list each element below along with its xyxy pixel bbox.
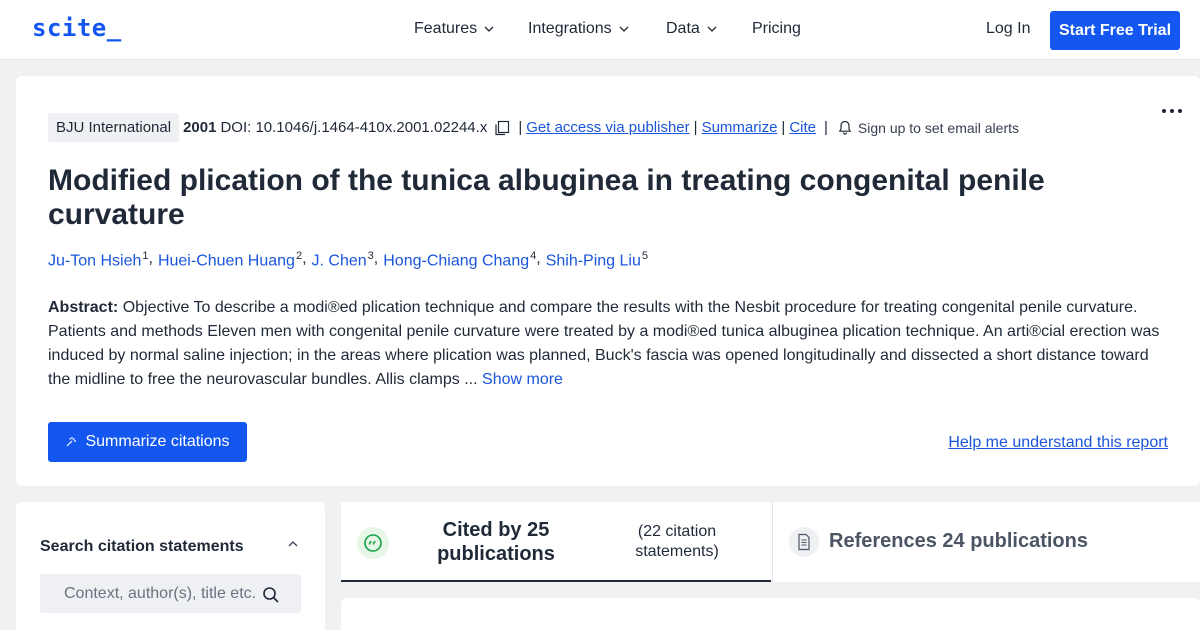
document-icon bbox=[789, 527, 819, 557]
citation-list-card bbox=[341, 598, 1200, 630]
get-access-link[interactable]: Get access via publisher bbox=[526, 119, 689, 136]
chevron-down-icon bbox=[707, 26, 717, 32]
tab-cited-by[interactable]: Cited by 25 publications (22 citation st… bbox=[341, 502, 771, 582]
nav-features-label: Features bbox=[414, 20, 478, 37]
journal-chip[interactable]: BJU International bbox=[48, 113, 180, 142]
tab-references[interactable]: References 24 publications bbox=[772, 502, 1200, 582]
search-icon[interactable] bbox=[262, 586, 280, 604]
help-understand-link[interactable]: Help me understand this report bbox=[948, 434, 1168, 452]
author-link[interactable]: Huei-Chuen Huang2 bbox=[158, 250, 302, 270]
citation-tabs: Cited by 25 publications (22 citation st… bbox=[341, 502, 1200, 582]
references-label: References 24 publications bbox=[829, 530, 1088, 552]
nav-features[interactable]: Features bbox=[414, 20, 495, 38]
separator: | bbox=[693, 119, 698, 136]
search-citations-panel: Search citation statements bbox=[16, 502, 325, 630]
show-more-link[interactable]: Show more bbox=[482, 371, 563, 388]
top-nav: scite_ Features Integrations Data Pricin… bbox=[0, 0, 1200, 60]
login-link[interactable]: Log In bbox=[986, 20, 1030, 38]
nav-integrations-label: Integrations bbox=[528, 20, 612, 37]
start-free-trial-button[interactable]: Start Free Trial bbox=[1050, 11, 1180, 50]
nav-data-label: Data bbox=[666, 20, 700, 37]
summarize-link[interactable]: Summarize bbox=[702, 119, 778, 136]
doi-text: DOI: 10.1046/j.1464-410x.2001.02244.x bbox=[220, 119, 488, 136]
more-options-icon[interactable] bbox=[1162, 109, 1182, 113]
quote-bubble-icon bbox=[357, 527, 389, 559]
sparkle-icon bbox=[67, 437, 77, 447]
scite-logo[interactable]: scite_ bbox=[32, 14, 122, 42]
chevron-down-icon bbox=[484, 26, 494, 32]
cite-link[interactable]: Cite bbox=[789, 119, 816, 136]
nav-pricing[interactable]: Pricing bbox=[752, 20, 801, 38]
nav-data[interactable]: Data bbox=[666, 20, 718, 38]
author-link[interactable]: J. Chen3 bbox=[312, 250, 374, 270]
email-alerts-link[interactable]: Sign up to set email alerts bbox=[858, 120, 1019, 136]
author-list: Ju-Ton Hsieh1, Huei-Chuen Huang2, J. Che… bbox=[48, 250, 648, 270]
publication-year: 2001 bbox=[183, 119, 217, 136]
separator: | bbox=[824, 119, 828, 136]
cited-by-label: Cited by 25 publications bbox=[437, 519, 555, 565]
separator: | bbox=[518, 119, 523, 136]
chevron-up-icon[interactable] bbox=[286, 537, 300, 551]
summarize-citations-label: Summarize citations bbox=[85, 433, 230, 450]
chevron-down-icon bbox=[619, 26, 629, 32]
paper-title: Modified plication of the tunica albugin… bbox=[48, 164, 1045, 231]
copy-icon[interactable] bbox=[494, 120, 510, 136]
separator: | bbox=[781, 119, 786, 136]
paper-card: BJU International 2001 DOI: 10.1046/j.14… bbox=[16, 76, 1200, 486]
search-panel-title: Search citation statements bbox=[40, 538, 244, 555]
author-link[interactable]: Hong-Chiang Chang4 bbox=[383, 250, 536, 270]
nav-integrations[interactable]: Integrations bbox=[528, 20, 630, 38]
abstract: Abstract: Objective To describe a modi®e… bbox=[48, 296, 1168, 392]
author-link[interactable]: Shih-Ping Liu5 bbox=[546, 250, 648, 270]
abstract-text: Objective To describe a modi®ed plicatio… bbox=[48, 299, 1160, 388]
paper-meta-row: BJU International 2001 DOI: 10.1046/j.14… bbox=[48, 113, 1019, 142]
bell-icon[interactable] bbox=[838, 120, 852, 135]
summarize-citations-button[interactable]: Summarize citations bbox=[48, 422, 247, 462]
author-link[interactable]: Ju-Ton Hsieh1 bbox=[48, 250, 149, 270]
abstract-label: Abstract: bbox=[48, 299, 119, 316]
nav-pricing-label: Pricing bbox=[752, 20, 801, 37]
citation-statements-count: (22 citation statements) bbox=[635, 523, 719, 560]
